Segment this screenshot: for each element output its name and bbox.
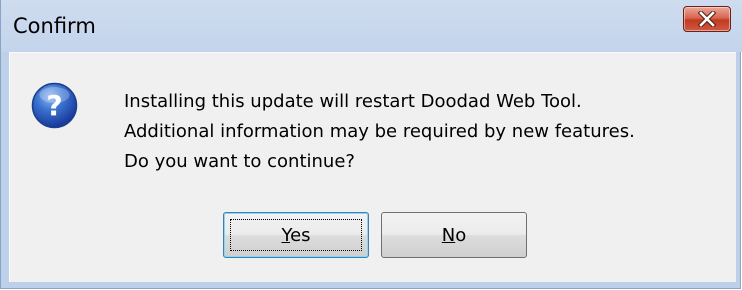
message-line: Additional information may be required b…: [124, 121, 635, 142]
yes-button[interactable]: Yes: [223, 212, 369, 258]
no-button[interactable]: No: [381, 212, 527, 258]
title-bar[interactable]: Confirm: [1, 0, 742, 52]
button-row: Yes No: [10, 198, 736, 282]
dialog-client-area: ? Installing this update will restart Do…: [9, 52, 736, 282]
message-line: Installing this update will restart Dood…: [124, 91, 582, 112]
message-line: Do you want to continue?: [124, 151, 355, 172]
close-icon: [684, 7, 730, 31]
question-icon: ?: [31, 82, 78, 129]
window-title: Confirm: [13, 14, 96, 38]
yes-button-label: Yes: [281, 224, 311, 246]
svg-text:?: ?: [46, 89, 62, 122]
message-area: ? Installing this update will restart Do…: [10, 53, 736, 198]
message-text: Installing this update will restart Dood…: [124, 87, 635, 177]
close-button[interactable]: [683, 6, 731, 32]
confirm-dialog: Confirm ? Installing this update will re…: [0, 0, 742, 289]
no-button-label: No: [441, 224, 467, 246]
